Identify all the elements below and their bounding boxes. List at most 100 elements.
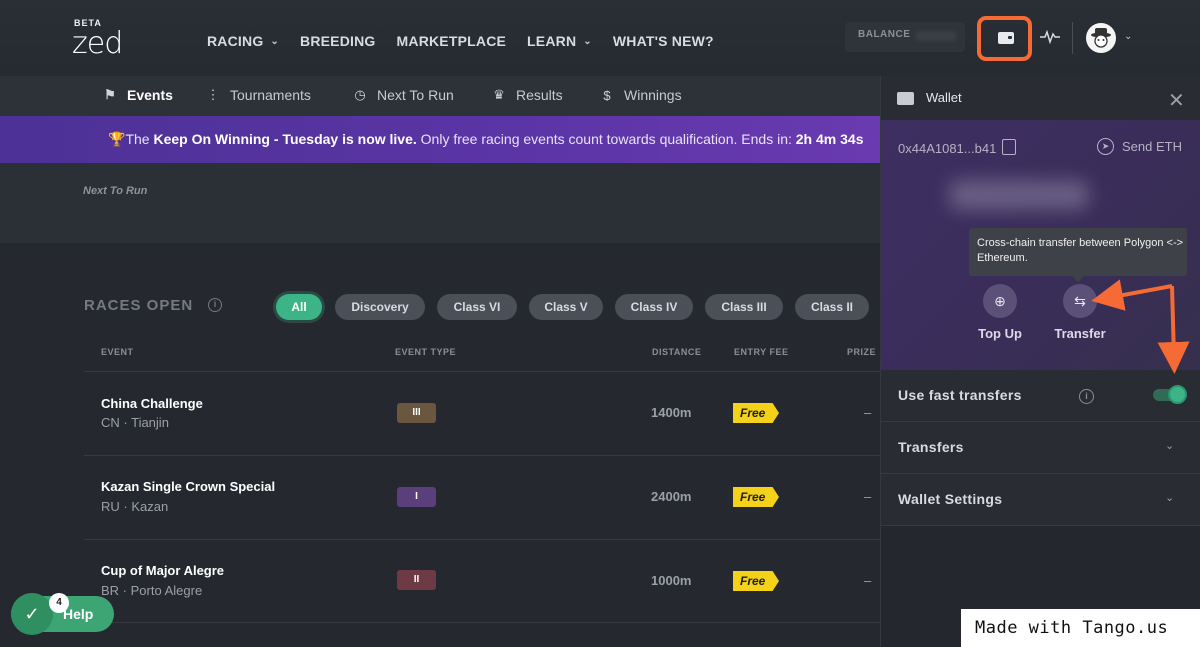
class-badge: I <box>397 487 436 507</box>
logo-mark: zed <box>72 26 123 61</box>
column-header-prize: PRIZE <box>847 347 877 357</box>
wallet-title: Wallet <box>926 90 962 105</box>
filter-class-iii[interactable]: Class III <box>705 294 783 320</box>
next-to-run-section: Next To Run <box>0 163 880 243</box>
transfer-label: Transfer <box>1054 326 1106 341</box>
filter-class-ii[interactable]: Class II <box>795 294 869 320</box>
balance-value-blurred <box>915 31 957 41</box>
tab-results[interactable]: ♛ Results <box>491 87 563 103</box>
wallet-address: 0x44A1081...b41 <box>898 141 997 156</box>
divider <box>84 539 880 540</box>
tab-next-to-run-label: Next To Run <box>377 87 454 103</box>
transfers-section[interactable]: Transfers ⌄ <box>881 422 1200 474</box>
nav-marketplace[interactable]: MARKETPLACE <box>397 33 507 49</box>
divider <box>1072 22 1073 54</box>
wallet-balance-blurred <box>949 180 1089 210</box>
event-distance: 1000m <box>651 573 692 588</box>
event-city: Porto Alegre <box>130 583 203 598</box>
nav-breeding-label: BREEDING <box>300 33 376 49</box>
event-country: CN <box>101 415 120 430</box>
tab-results-label: Results <box>516 87 563 103</box>
close-icon[interactable]: ✕ <box>1168 88 1185 113</box>
wallet-settings-label: Wallet Settings <box>898 491 1003 507</box>
column-header-entry-fee: ENTRY FEE <box>734 347 789 357</box>
top-navbar: BETA zed RACING ⌄ BREEDING MARKETPLACE LE… <box>0 0 1200 76</box>
fast-transfers-row: Use fast transfers i <box>881 370 1200 422</box>
banner-rest: Only free racing events count towards qu… <box>416 131 796 147</box>
filter-class-vi[interactable]: Class VI <box>437 294 517 320</box>
wallet-icon <box>998 32 1014 44</box>
filter-class-v[interactable]: Class V <box>529 294 603 320</box>
send-eth-button[interactable]: ➤ Send ETH <box>1097 138 1182 155</box>
filter-all[interactable]: All <box>276 294 322 320</box>
transfers-label: Transfers <box>898 439 964 455</box>
event-city: Kazan <box>131 499 169 514</box>
plus-circle-icon: ⊕ <box>983 284 1017 318</box>
event-prize: – <box>864 489 872 504</box>
chevron-down-icon[interactable]: ⌄ <box>1124 31 1132 42</box>
clock-icon: ◷ <box>354 87 366 102</box>
banner-countdown: 2h 4m 34s <box>795 131 864 147</box>
wallet-panel-header: Wallet ✕ <box>881 76 1200 120</box>
copy-icon[interactable] <box>1002 139 1016 155</box>
nav-racing[interactable]: RACING ⌄ <box>207 33 279 49</box>
balance-display: BALANCE <box>845 22 965 52</box>
filter-class-iv[interactable]: Class IV <box>615 294 693 320</box>
chevron-down-icon: ⌄ <box>1165 440 1175 452</box>
nav-whats-new-label: WHAT'S NEW? <box>612 33 714 49</box>
banner-highlight: Keep On Winning - Tuesday is now live. <box>153 131 417 147</box>
nav-whats-new[interactable]: WHAT'S NEW? <box>613 33 714 49</box>
tab-events-label: Events <box>127 87 173 103</box>
wallet-settings-section[interactable]: Wallet Settings ⌄ <box>881 474 1200 526</box>
transfer-button[interactable]: ⇆ Transfer <box>1045 284 1115 341</box>
banner-text: 🏆The Keep On Winning - Tuesday is now li… <box>108 131 863 148</box>
nav-learn[interactable]: LEARN ⌄ <box>527 33 592 49</box>
help-button[interactable]: ✓ 4 Help <box>11 593 114 635</box>
tournament-banner: 🏆The Keep On Winning - Tuesday is now li… <box>0 116 880 163</box>
send-eth-label: Send ETH <box>1122 139 1182 154</box>
entry-fee-badge: Free <box>733 571 779 591</box>
activity-icon[interactable] <box>1040 30 1060 44</box>
info-icon[interactable]: i <box>1079 389 1094 404</box>
event-name: Cup of Major Alegre <box>101 563 225 578</box>
wallet-panel: Wallet ✕ 0x44A1081...b41 ➤ Send ETH Cros… <box>880 76 1200 647</box>
tab-winnings[interactable]: $ Winnings <box>599 87 682 103</box>
avatar[interactable] <box>1086 23 1116 53</box>
fast-transfers-toggle[interactable] <box>1153 385 1187 404</box>
event-city: Tianjin <box>131 415 169 430</box>
trophy-icon: ♛ <box>493 87 505 102</box>
event-prize: – <box>864 405 872 420</box>
wallet-icon <box>897 92 914 105</box>
top-up-label: Top Up <box>978 326 1022 341</box>
tab-next-to-run[interactable]: ◷ Next To Run <box>352 87 454 103</box>
nav-breeding[interactable]: BREEDING <box>300 33 376 49</box>
nav-marketplace-label: MARKETPLACE <box>396 33 507 49</box>
tango-watermark: Made with Tango.us <box>961 609 1200 647</box>
event-location: RU · Kazan <box>101 499 169 514</box>
nav-racing-label: RACING <box>207 33 264 49</box>
top-up-button[interactable]: ⊕ Top Up <box>965 284 1035 341</box>
zed-logo[interactable]: BETA zed <box>72 18 128 61</box>
event-name: China Challenge <box>101 396 203 411</box>
filter-discovery[interactable]: Discovery <box>335 294 425 320</box>
tab-winnings-label: Winnings <box>624 87 682 103</box>
event-country: RU <box>101 499 120 514</box>
info-icon[interactable]: i <box>208 298 222 312</box>
avatar-hat-icon <box>1091 28 1111 48</box>
chevron-down-icon: ⌄ <box>583 35 592 47</box>
tab-tournaments[interactable]: ⋮ Tournaments <box>205 87 311 103</box>
chevron-down-icon: ⌄ <box>1165 492 1175 504</box>
send-icon: ➤ <box>1097 138 1114 155</box>
divider <box>84 622 880 623</box>
wallet-button[interactable] <box>977 16 1032 61</box>
events-subnav: ⚑ Events ⋮ Tournaments ◷ Next To Run ♛ Resul… <box>0 76 880 116</box>
divider <box>84 371 880 372</box>
class-badge: II <box>397 570 436 590</box>
transfer-arrows-icon: ⇆ <box>1063 284 1097 318</box>
help-label: Help <box>63 606 94 622</box>
nav-learn-label: LEARN <box>527 33 577 49</box>
tab-events[interactable]: ⚑ Events <box>102 87 173 103</box>
next-to-run-label: Next To Run <box>83 185 148 197</box>
tab-tournaments-label: Tournaments <box>230 87 311 103</box>
tooltip-text: Cross-chain transfer between Polygon <->… <box>977 237 1184 264</box>
